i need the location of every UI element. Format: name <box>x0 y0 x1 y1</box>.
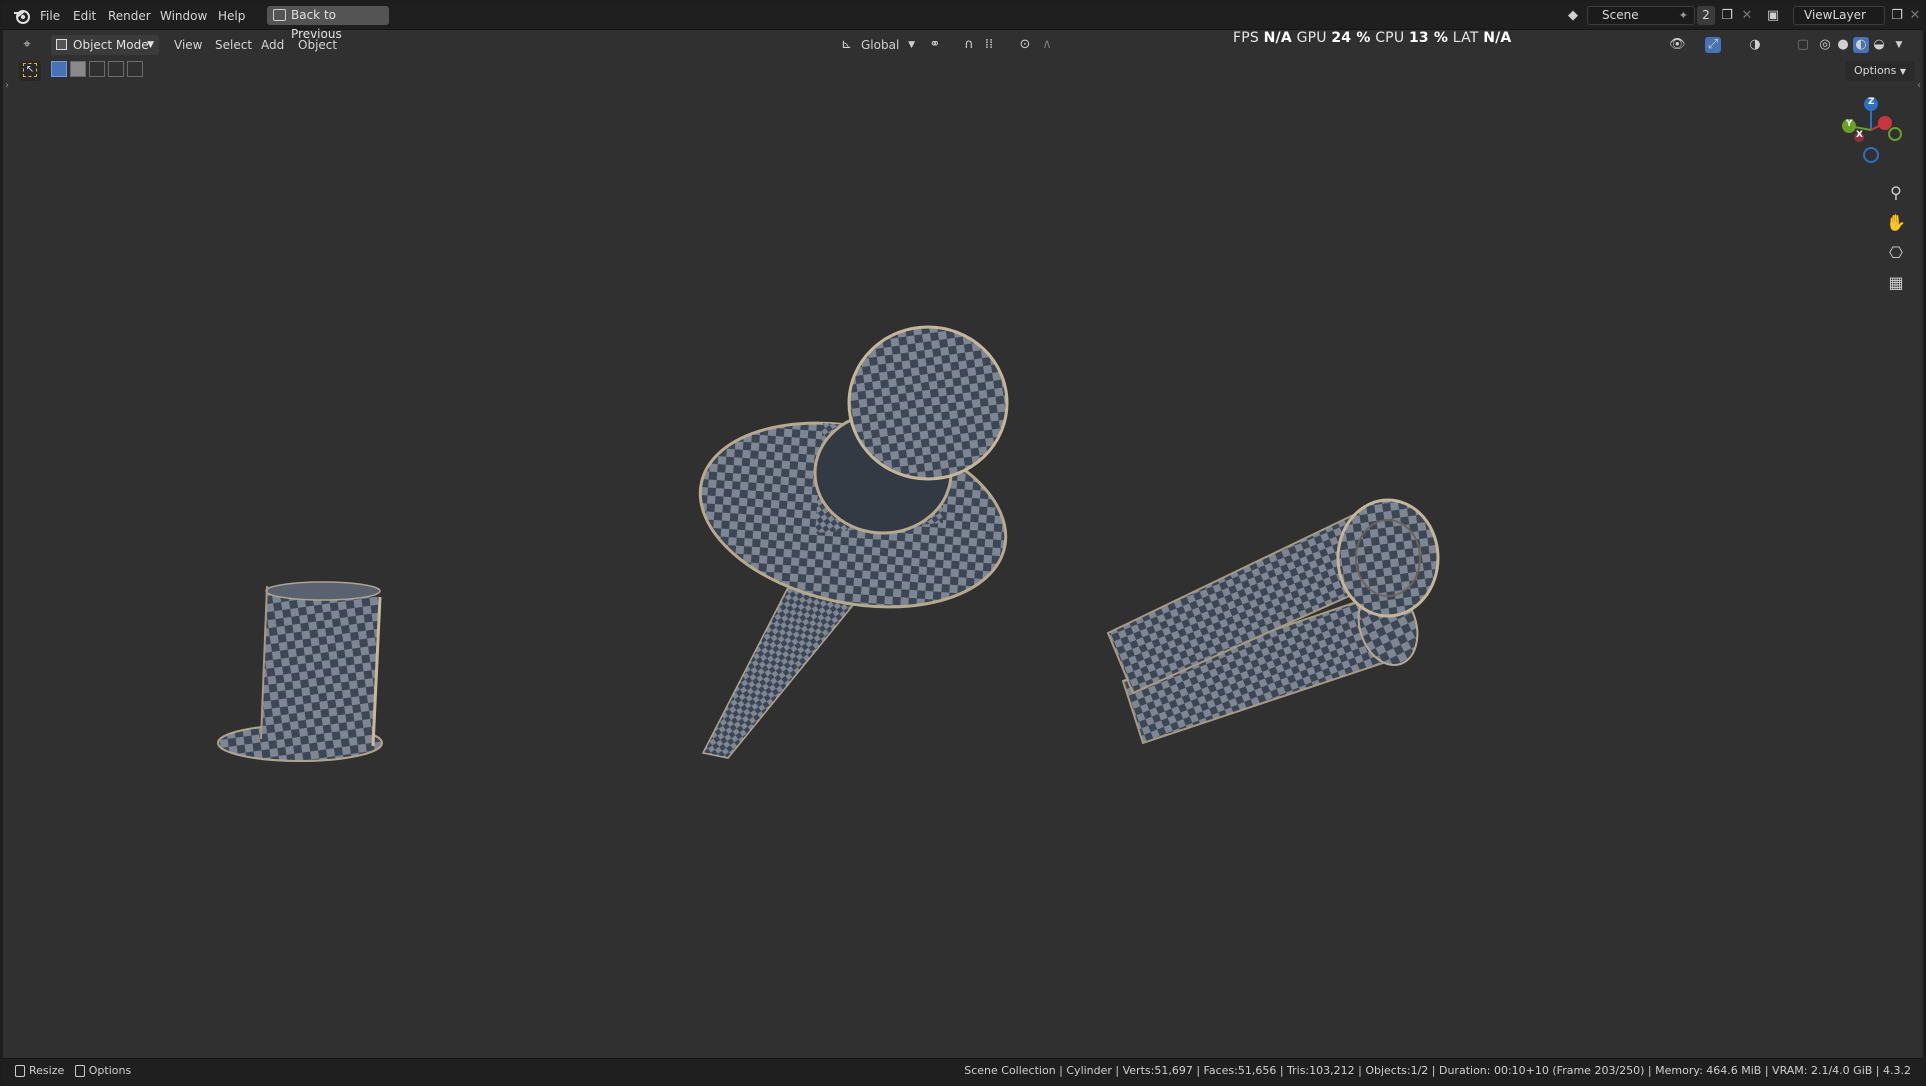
camera-icon[interactable]: ⎔ <box>1883 240 1909 266</box>
chevron-down-icon: ▼ <box>1899 67 1907 76</box>
gpu-value: 24 % <box>1331 30 1371 46</box>
back-icon <box>273 9 286 21</box>
fps-label: FPS <box>1233 30 1259 46</box>
mouse-icon <box>15 1065 25 1077</box>
scene-statistics: Scene Collection | Cylinder | Verts:51,6… <box>964 1064 1911 1077</box>
menu-object[interactable]: Object <box>298 35 337 55</box>
blender-logo-icon[interactable] <box>13 7 31 25</box>
viewport-canvas[interactable] <box>3 60 1923 1058</box>
object-mode-label: Object Mode <box>73 38 149 52</box>
toolbar-expand-arrow-icon[interactable]: › <box>5 80 9 91</box>
transform-orientation-icon: ⊾ <box>841 37 852 52</box>
cylinders-object[interactable] <box>1106 498 1440 745</box>
fps-value: N/A <box>1263 30 1292 46</box>
resize-hint: Resize <box>29 1064 65 1077</box>
transform-orientation-label: Global <box>861 38 900 52</box>
snap-target-icon[interactable]: ⁞⁞ <box>981 37 997 53</box>
pivot-icon[interactable]: ⚭ <box>927 37 943 53</box>
falloff-icon[interactable]: ∧ <box>1039 37 1055 53</box>
hat-object[interactable] <box>217 581 383 762</box>
menu-window[interactable]: Window <box>160 3 207 29</box>
select-intersect-icon[interactable] <box>127 61 143 77</box>
blender-window: File Edit Render Window Help Back to Pre… <box>3 3 1923 1083</box>
options-hint: Options <box>88 1064 132 1077</box>
menu-select[interactable]: Select <box>215 35 252 55</box>
gizmo-y-label: Y <box>1846 119 1853 129</box>
snap-icon[interactable]: ∩ <box>961 37 977 53</box>
select-new-icon[interactable] <box>51 61 67 77</box>
menu-view[interactable]: View <box>174 35 202 55</box>
new-view-layer-icon[interactable]: ❐ <box>1889 8 1905 24</box>
close-icon[interactable]: ✕ <box>1739 8 1755 24</box>
menu-file[interactable]: File <box>40 3 60 29</box>
rendered-shading-icon[interactable]: ◒ <box>1871 37 1887 53</box>
select-subtract-icon[interactable] <box>89 61 105 77</box>
options-label: Options <box>1853 64 1897 77</box>
select-extend-icon[interactable] <box>70 61 86 77</box>
transform-orientation-dropdown[interactable]: ⊾ Global ▼ <box>839 35 917 55</box>
remove-view-layer-icon[interactable]: ✕ <box>1907 8 1923 24</box>
status-hints: Resize Options <box>15 1059 131 1083</box>
overlay-icon[interactable]: ◑ <box>1747 37 1763 53</box>
back-to-previous-button[interactable]: Back to Previous <box>267 6 389 41</box>
status-bar: Resize Options Scene Collection | Cylind… <box>3 1058 1923 1083</box>
menu-add[interactable]: Add <box>261 35 284 55</box>
select-tool-button[interactable]: ↖ <box>19 61 41 81</box>
view-layer-selector[interactable]: ViewLayer <box>1793 6 1885 25</box>
select-invert-icon[interactable] <box>108 61 124 77</box>
scene-name: Scene <box>1602 8 1639 22</box>
lat-value: N/A <box>1483 30 1512 46</box>
gizmo-icon[interactable]: ⤢ <box>1705 37 1721 53</box>
performance-stats: FPS N/A GPU 24 % CPU 13 % LAT N/A <box>1233 30 1511 50</box>
xray-icon[interactable]: ▢ <box>1795 37 1811 53</box>
cursor-select-icon: ↖ <box>23 63 37 77</box>
pin-icon[interactable]: ✦ <box>1679 7 1688 24</box>
viewport-header: ⌖ Object Mode ▼ View Select Add Object ⊾… <box>3 30 1923 60</box>
chevron-down-icon: ▼ <box>908 40 915 50</box>
cpu-label: CPU <box>1375 30 1405 46</box>
object-mode-dropdown[interactable]: Object Mode ▼ <box>51 35 159 55</box>
wireframe-shading-icon[interactable]: ◎ <box>1817 37 1833 53</box>
stamp-object[interactable] <box>683 325 1023 759</box>
shading-options-chevron-icon[interactable]: ▼ <box>1891 37 1907 53</box>
editor-type-icon[interactable]: ⌖ <box>19 37 35 53</box>
hand-pan-icon[interactable]: ✋ <box>1883 210 1909 236</box>
zoom-icon[interactable]: ⚲ <box>1883 180 1909 206</box>
visibility-icon[interactable]: 👁 <box>1669 37 1686 53</box>
scene-selector[interactable]: Scene ✦ <box>1587 6 1695 25</box>
solid-shading-icon[interactable]: ● <box>1835 37 1851 53</box>
view-layer-icon[interactable]: ▣ <box>1765 8 1781 24</box>
object-mode-icon <box>56 39 67 50</box>
menu-edit[interactable]: Edit <box>73 3 96 29</box>
menu-help[interactable]: Help <box>218 3 245 29</box>
scene-user-count[interactable]: 2 <box>1697 6 1715 25</box>
lat-label: LAT <box>1452 30 1479 46</box>
material-shading-icon[interactable]: ◐ <box>1853 37 1869 53</box>
gizmo-x-label: X <box>1856 130 1863 140</box>
gpu-label: GPU <box>1296 30 1327 46</box>
3d-viewport[interactable]: Z Y X ⚲ ✋ ⎔ ▦ › ‹ <box>3 60 1923 1058</box>
grid-icon[interactable]: ▦ <box>1883 270 1909 296</box>
sidebar-expand-arrow-icon[interactable]: ‹ <box>1917 80 1921 91</box>
gizmo-z-label: Z <box>1868 97 1875 107</box>
chevron-down-icon: ▼ <box>147 40 154 50</box>
proportional-edit-icon[interactable]: ⊙ <box>1017 37 1033 53</box>
top-menu-bar: File Edit Render Window Help Back to Pre… <box>3 3 1923 41</box>
cpu-value: 13 % <box>1408 30 1449 46</box>
new-scene-icon[interactable]: ❐ <box>1719 8 1735 24</box>
scene-icon[interactable]: ◆ <box>1565 8 1581 24</box>
options-dropdown[interactable]: Options ▼ <box>1845 61 1915 81</box>
menu-render[interactable]: Render <box>108 3 151 29</box>
mouse-icon <box>74 1065 85 1077</box>
view-layer-name: ViewLayer <box>1804 8 1866 22</box>
